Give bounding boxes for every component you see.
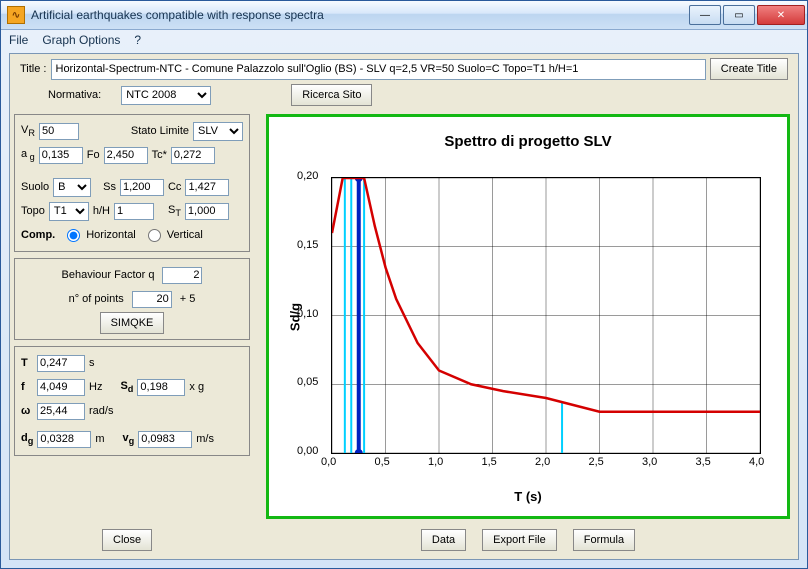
minimize-button[interactable]: —	[689, 5, 721, 25]
ag-input[interactable]	[39, 147, 83, 164]
comp-vertical-radio[interactable]	[148, 229, 161, 242]
left-column: VR Stato Limite SLV a g Fo Tc* Suolo	[14, 114, 250, 456]
simqke-panel: Behaviour Factor q n° of points + 5 SIMQ…	[14, 258, 250, 340]
y-tick: 0,15	[297, 239, 318, 251]
suolo-select[interactable]: B	[53, 178, 91, 197]
hh-input[interactable]	[114, 203, 154, 220]
results-panel: T s f Hz Sd x g ω rad/s	[14, 346, 250, 456]
x-tick: 3,0	[642, 456, 657, 468]
comp-horizontal-radio[interactable]	[67, 229, 80, 242]
y-tick: 0,00	[297, 445, 318, 457]
topo-select[interactable]: T1	[49, 202, 89, 221]
create-title-button[interactable]: Create Title	[710, 58, 788, 80]
spectrum-params-panel: VR Stato Limite SLV a g Fo Tc* Suolo	[14, 114, 250, 252]
title-label: Title :	[20, 63, 47, 75]
menubar: File Graph Options ?	[1, 30, 807, 50]
x-tick: 0,5	[375, 456, 390, 468]
x-tick: 2,5	[589, 456, 604, 468]
export-file-button[interactable]: Export File	[482, 529, 557, 551]
cc-input[interactable]	[185, 179, 229, 196]
plot-area	[331, 177, 761, 454]
vr-input[interactable]	[39, 123, 79, 140]
T-input[interactable]	[37, 355, 85, 372]
close-button[interactable]: Close	[102, 529, 152, 551]
app-window: ∿ Artificial earthquakes compatible with…	[0, 0, 808, 569]
ss-input[interactable]	[120, 179, 164, 196]
ricerca-sito-button[interactable]: Ricerca Sito	[291, 84, 372, 106]
close-window-button[interactable]: ✕	[757, 5, 805, 25]
y-tick: 0,20	[297, 170, 318, 182]
x-tick: 1,5	[482, 456, 497, 468]
behaviour-factor-input[interactable]	[162, 267, 202, 284]
titlebar[interactable]: ∿ Artificial earthquakes compatible with…	[1, 1, 807, 30]
menu-graph-options[interactable]: Graph Options	[42, 33, 120, 47]
formula-button[interactable]: Formula	[573, 529, 635, 551]
x-axis-label: T (s)	[275, 489, 781, 504]
tc-input[interactable]	[171, 147, 215, 164]
Sd-input[interactable]	[137, 379, 185, 396]
f-input[interactable]	[37, 379, 85, 396]
x-tick: 3,5	[696, 456, 711, 468]
simqke-button[interactable]: SIMQKE	[100, 312, 165, 334]
fo-input[interactable]	[104, 147, 148, 164]
menu-file[interactable]: File	[9, 33, 28, 47]
chart-title: Spettro di progetto SLV	[275, 133, 781, 150]
menu-help[interactable]: ?	[134, 33, 141, 47]
normativa-select[interactable]: NTC 2008	[121, 86, 211, 105]
normativa-label: Normativa:	[48, 89, 101, 101]
stato-limite-select[interactable]: SLV	[193, 122, 243, 141]
title-input[interactable]	[51, 59, 706, 80]
app-icon: ∿	[7, 6, 25, 24]
client-area: Title : Create Title Normativa: NTC 2008…	[9, 53, 799, 560]
npoints-input[interactable]	[132, 291, 172, 308]
x-tick: 0,0	[321, 456, 336, 468]
y-tick: 0,05	[297, 376, 318, 388]
x-tick: 2,0	[535, 456, 550, 468]
x-tick: 4,0	[749, 456, 764, 468]
omega-input[interactable]	[37, 403, 85, 420]
stato-limite-label: Stato Limite	[131, 125, 189, 137]
window-title: Artificial earthquakes compatible with r…	[31, 8, 689, 22]
chart-panel: Spettro di progetto SLV Sd/g T (s) 0,00,…	[266, 114, 790, 519]
dg-input[interactable]	[37, 431, 91, 448]
maximize-button[interactable]: ▭	[723, 5, 755, 25]
y-tick: 0,10	[297, 308, 318, 320]
data-button[interactable]: Data	[421, 529, 466, 551]
vg-input[interactable]	[138, 431, 192, 448]
x-tick: 1,0	[428, 456, 443, 468]
st-input[interactable]	[185, 203, 229, 220]
